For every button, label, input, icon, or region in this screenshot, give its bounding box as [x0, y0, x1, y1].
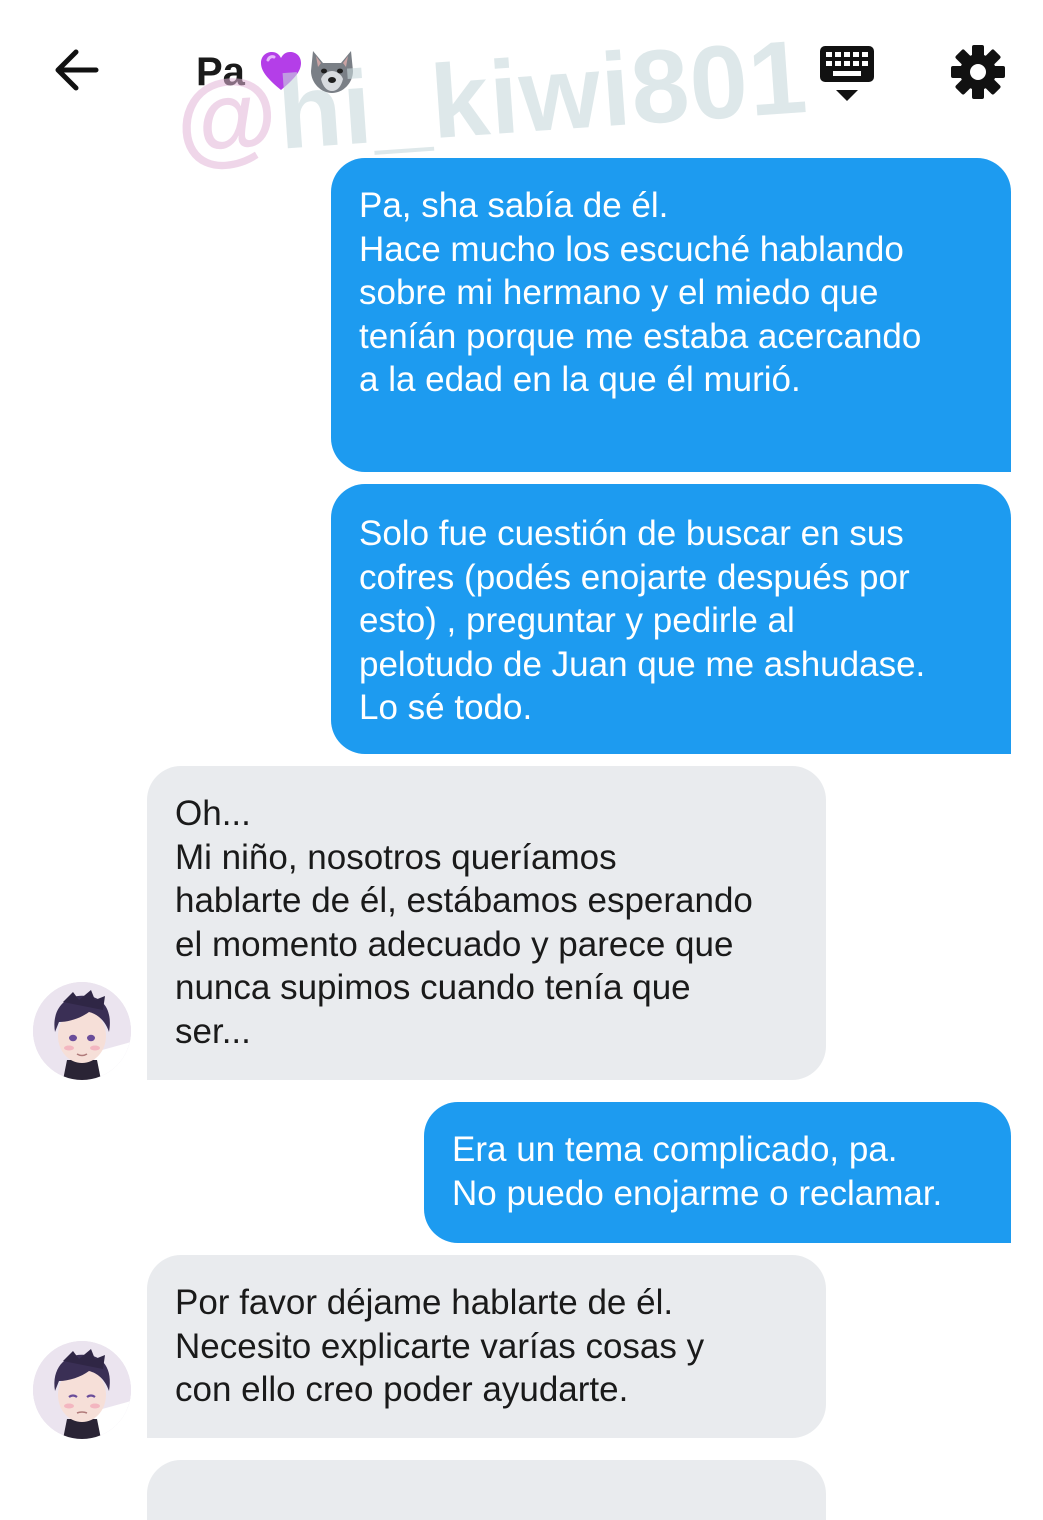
keyboard-toggle-button[interactable] — [818, 44, 876, 104]
contact-avatar[interactable] — [33, 982, 131, 1080]
purple-heart-icon — [259, 50, 303, 94]
message-bubble-incoming[interactable]: Oh... Mi niño, nosotros queríamos hablar… — [147, 766, 826, 1080]
message-bubble-incoming[interactable]: Por favor déjame hablarte de él. Necesit… — [147, 1255, 826, 1438]
message-bubble-outgoing[interactable]: Solo fue cuestión de buscar en sus cofre… — [331, 484, 1011, 754]
message-bubble-outgoing[interactable]: Era un tema complicado, pa. No puedo eno… — [424, 1102, 1011, 1243]
back-button[interactable] — [48, 46, 104, 98]
contact-avatar[interactable] — [33, 1341, 131, 1439]
settings-button[interactable] — [950, 44, 1006, 100]
message-bubble-incoming-partial[interactable] — [147, 1460, 826, 1520]
wolf-face-icon — [307, 49, 357, 95]
keyboard-icon — [818, 46, 876, 108]
contact-name: Pa — [196, 49, 245, 94]
arrow-left-icon — [52, 48, 100, 97]
message-bubble-outgoing[interactable]: Pa, sha sabía de él. Hace mucho los escu… — [331, 158, 1011, 472]
chat-header: Pa — [0, 0, 1043, 140]
gear-icon — [950, 45, 1006, 104]
chat-title[interactable]: Pa — [196, 44, 357, 100]
